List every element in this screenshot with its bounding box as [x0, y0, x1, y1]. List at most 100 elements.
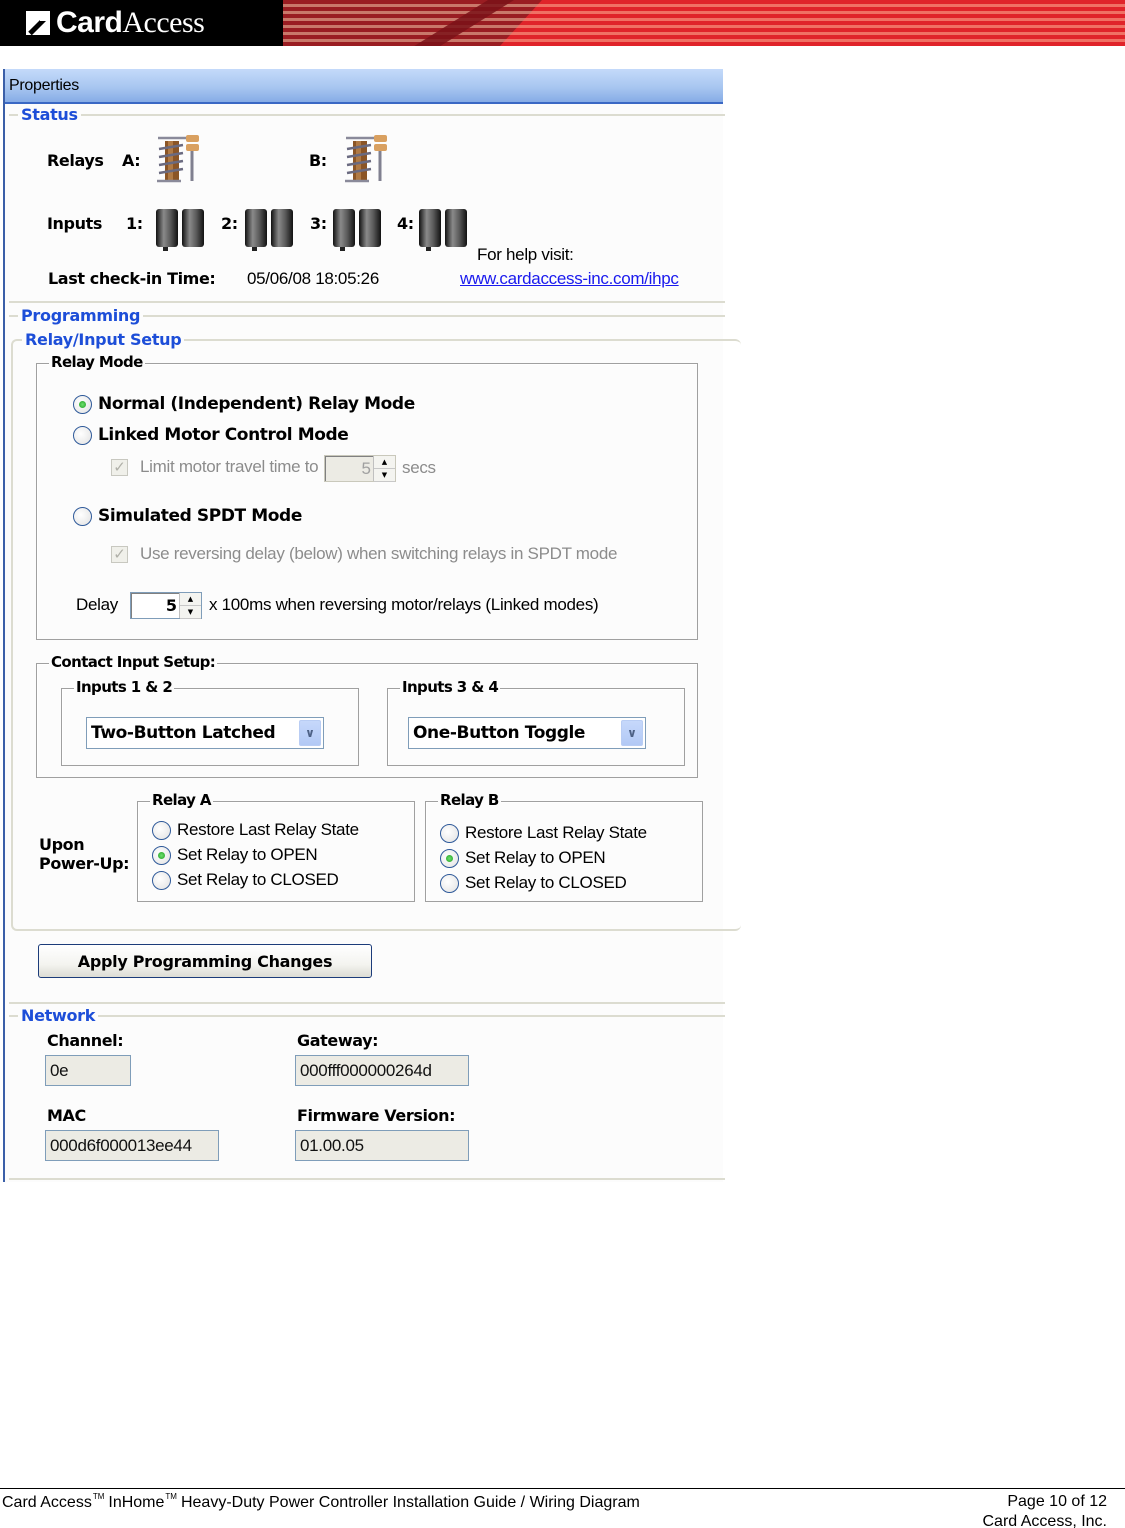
radio-unselected-icon	[73, 425, 92, 445]
input-2-label: 2:	[221, 214, 238, 233]
input-3-contact-icon	[333, 209, 381, 251]
firmware-label: Firmware Version:	[297, 1106, 456, 1125]
relay-a-closed-radio[interactable]: Set Relay to CLOSED	[152, 870, 339, 890]
firmware-field: 01.00.05	[295, 1130, 469, 1161]
input-4-contact-icon	[419, 209, 467, 251]
relay-b-closed-radio[interactable]: Set Relay to CLOSED	[440, 873, 627, 893]
relay-b-restore-radio[interactable]: Restore Last Relay State	[440, 823, 647, 843]
banner-stripes-red	[500, 0, 1125, 46]
reversing-delay-checkbox[interactable]: ✓ Use reversing delay (below) when switc…	[111, 544, 617, 564]
relay-a-powerup-title: Relay A	[150, 791, 213, 809]
last-checkin-label: Last check-in Time:	[48, 269, 216, 288]
footer-title: Heavy-Duty Power Controller Installation…	[180, 1494, 640, 1511]
delay-label: Delay	[76, 595, 118, 614]
reversing-delay-label: Use reversing delay (below) when switchi…	[140, 544, 618, 563]
input-1-contact-icon	[156, 209, 204, 251]
page-number: Page 10 of 12	[1007, 1493, 1107, 1510]
help-link[interactable]: www.cardaccess-inc.com/ihpc	[460, 269, 679, 289]
radio-unselected-icon	[440, 823, 459, 843]
help-text: For help visit:	[477, 245, 574, 264]
spin-down-icon[interactable]: ▼	[180, 606, 201, 619]
network-section-title: Network	[18, 1006, 99, 1025]
footer-brand: Card Access	[2, 1494, 92, 1511]
status-section-bottom	[9, 301, 725, 303]
delay-value: 5	[165, 596, 177, 615]
radio-simulated-spdt-mode[interactable]: Simulated SPDT Mode	[73, 506, 302, 526]
logo-text-bold: Card	[56, 6, 123, 39]
apply-programming-changes-button[interactable]: Apply Programming Changes	[38, 944, 372, 978]
power-up-label-line2: Power-Up:	[39, 854, 130, 873]
relays-label: Relays	[47, 151, 104, 170]
relay-b-open-radio[interactable]: Set Relay to OPEN	[440, 848, 606, 868]
delay-spinner[interactable]: 5 ▲ ▼	[130, 592, 202, 619]
chevron-down-icon[interactable]: ∨	[299, 720, 321, 746]
inputs-1-2-title: Inputs 1 & 2	[74, 678, 175, 696]
radio-label: Normal (Independent) Relay Mode	[98, 394, 415, 414]
footer-tm: TM	[92, 1492, 105, 1501]
checkmark-icon: ✓	[111, 458, 128, 476]
limit-motor-label: Limit motor travel time to	[140, 457, 319, 476]
radio-label: Linked Motor Control Mode	[98, 425, 349, 445]
spin-up-icon[interactable]: ▲	[180, 593, 201, 606]
gateway-field: 000fff000000264d	[295, 1055, 469, 1086]
mac-label: MAC	[47, 1106, 86, 1125]
radio-selected-icon	[152, 845, 171, 865]
relay-a-coil-icon	[157, 135, 199, 183]
relay-input-setup-title: Relay/Input Setup	[22, 330, 185, 349]
network-section-line	[9, 1015, 725, 1017]
limit-motor-spinner[interactable]: 5 ▲ ▼	[324, 455, 396, 482]
status-section-title: Status	[18, 105, 81, 124]
inputs-label: Inputs	[47, 214, 102, 233]
checkmark-icon: ✓	[111, 545, 128, 563]
input-4-label: 4:	[397, 214, 414, 233]
delay-suffix: x 100ms when reversing motor/relays (Lin…	[209, 595, 599, 614]
limit-motor-unit: secs	[402, 458, 436, 477]
limit-motor-checkbox[interactable]: ✓ Limit motor travel time to	[111, 457, 319, 477]
footer-rule	[0, 1488, 1125, 1489]
input-1-label: 1:	[126, 214, 143, 233]
logo-arrow-icon	[26, 11, 50, 35]
radio-normal-relay-mode[interactable]: Normal (Independent) Relay Mode	[73, 394, 415, 414]
radio-selected-icon	[73, 394, 92, 414]
header-banner: Card Access	[0, 0, 1125, 46]
footer-right: Page 10 of 12 Card Access, Inc.	[983, 1492, 1108, 1528]
footer-document-title: Card AccessTM InHomeTM Heavy-Duty Power Co…	[2, 1492, 640, 1512]
gateway-label: Gateway:	[297, 1031, 379, 1050]
input-2-contact-icon	[245, 209, 293, 251]
relay-b-label: B:	[309, 151, 327, 170]
power-up-label: Upon Power-Up:	[39, 835, 130, 873]
radio-unselected-icon	[440, 873, 459, 893]
footer-product: InHome	[108, 1494, 165, 1511]
relay-a-restore-radio[interactable]: Restore Last Relay State	[152, 820, 359, 840]
relay-a-open-radio[interactable]: Set Relay to OPEN	[152, 845, 318, 865]
input-3-label: 3:	[310, 214, 327, 233]
inputs-3-4-selected: One-Button Toggle	[413, 723, 586, 743]
relay-a-label: A:	[122, 151, 141, 170]
relay-b-powerup-title: Relay B	[438, 791, 501, 809]
relay-b-coil-icon	[345, 135, 387, 183]
channel-field: 0e	[45, 1055, 131, 1086]
inputs-1-2-select[interactable]: Two-Button Latched ∨	[86, 717, 324, 749]
channel-label: Channel:	[47, 1031, 124, 1050]
relay-mode-title: Relay Mode	[49, 353, 145, 371]
status-section-line	[9, 114, 725, 116]
inputs-3-4-select[interactable]: One-Button Toggle ∨	[408, 717, 646, 749]
radio-label: Set Relay to OPEN	[465, 848, 606, 867]
spin-down-icon[interactable]: ▼	[374, 469, 395, 482]
power-up-label-line1: Upon	[39, 835, 85, 854]
spin-up-icon[interactable]: ▲	[374, 456, 395, 469]
mac-field: 000d6f000013ee44	[45, 1130, 219, 1161]
radio-label: Set Relay to OPEN	[177, 845, 318, 864]
inputs-3-4-title: Inputs 3 & 4	[400, 678, 501, 696]
radio-unselected-icon	[152, 870, 171, 890]
last-checkin-value: 05/06/08 18:05:26	[247, 269, 379, 288]
radio-selected-icon	[440, 848, 459, 868]
limit-motor-value: 5	[361, 459, 371, 478]
network-section-bottom	[9, 1178, 725, 1180]
chevron-down-icon[interactable]: ∨	[621, 720, 643, 746]
inputs-1-2-selected: Two-Button Latched	[91, 723, 276, 743]
radio-label: Simulated SPDT Mode	[98, 506, 302, 526]
programming-section-bottom	[9, 1002, 725, 1004]
radio-linked-motor-mode[interactable]: Linked Motor Control Mode	[73, 425, 349, 445]
radio-label: Restore Last Relay State	[465, 823, 647, 842]
